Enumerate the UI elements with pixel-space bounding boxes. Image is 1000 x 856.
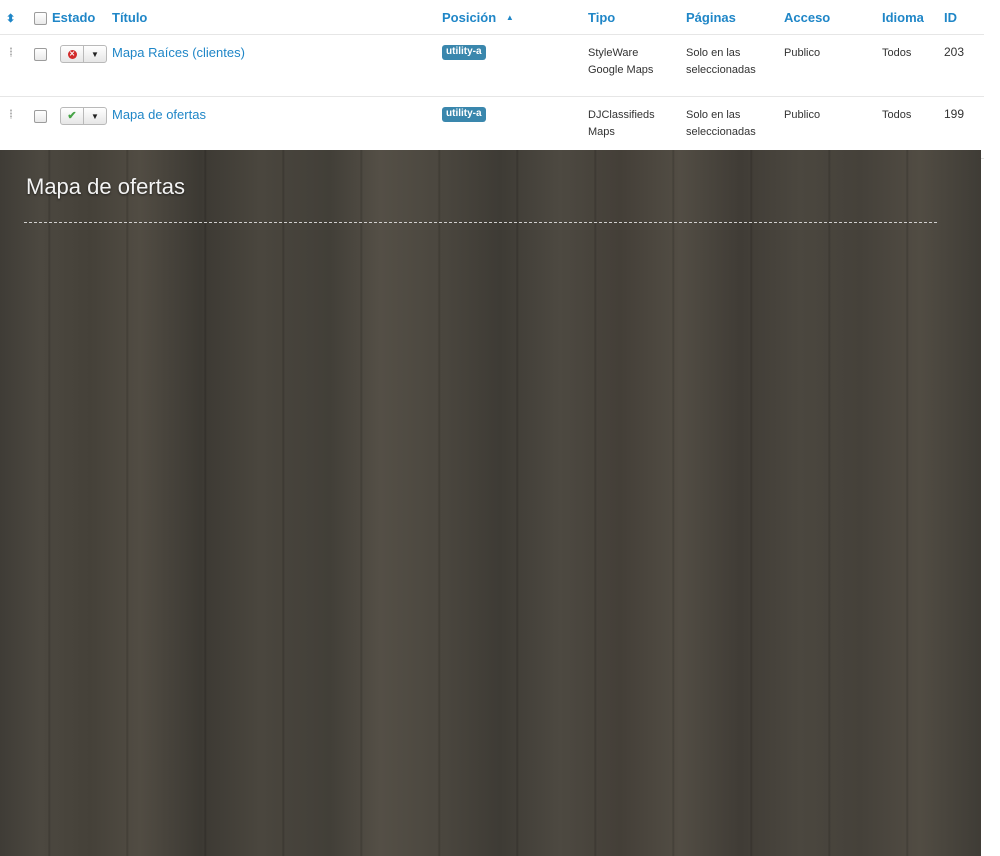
type-text-line1: StyleWare — [588, 47, 639, 59]
status-toggle-group: ✕ ▼ — [60, 45, 107, 63]
pages-text-line1: Solo en las — [686, 109, 741, 121]
acceso-column-header[interactable]: Acceso — [784, 0, 882, 35]
type-text-line2: Google Maps — [588, 64, 654, 76]
modules-table: ⬍ Estado Título Posición ▲ Tipo Páginas … — [0, 0, 984, 159]
module-title-link[interactable]: Mapa de ofertas — [112, 107, 206, 122]
pages-text-line2: seleccionadas — [686, 64, 756, 76]
x-circle-icon: ✕ — [67, 49, 77, 59]
idioma-column-header[interactable]: Idioma — [882, 0, 944, 35]
estado-column-header[interactable]: Estado — [52, 0, 112, 35]
type-cell: StyleWare Google Maps — [588, 34, 686, 97]
position-badge: utility-a — [442, 107, 486, 122]
chevron-down-icon[interactable]: ▼ — [84, 46, 106, 62]
drag-handle-icon[interactable] — [10, 47, 12, 57]
modules-table-container: ⬍ Estado Título Posición ▲ Tipo Páginas … — [0, 0, 1000, 159]
titulo-column-header[interactable]: Título — [112, 0, 442, 35]
estado-header-label[interactable]: Estado — [52, 10, 95, 25]
posicion-header-label[interactable]: Posición — [442, 10, 496, 25]
module-title-link[interactable]: Mapa Raíces (clientes) — [112, 45, 245, 60]
unpublish-status-button[interactable]: ✕ — [61, 46, 84, 62]
pages-cell: Solo en las seleccionadas — [686, 34, 784, 97]
titulo-header-label[interactable]: Título — [112, 10, 147, 25]
tipo-header-label[interactable]: Tipo — [588, 10, 615, 25]
status-cell: ✕ ▼ — [52, 34, 112, 97]
status-toggle-group: ✔ ▼ — [60, 107, 107, 125]
type-text-line2: Maps — [588, 126, 615, 138]
row-checkbox[interactable] — [34, 110, 47, 123]
id-text: 203 — [944, 45, 965, 59]
id-column-header[interactable]: ID — [944, 0, 984, 35]
position-cell: utility-a — [442, 34, 588, 97]
id-header-label[interactable]: ID — [944, 10, 957, 25]
access-text: Publico — [784, 47, 821, 59]
idioma-header-label[interactable]: Idioma — [882, 10, 924, 25]
language-cell: Todos — [882, 34, 944, 97]
title-cell: Mapa Raíces (clientes) — [112, 34, 442, 97]
tipo-column-header[interactable]: Tipo — [588, 0, 686, 35]
id-text: 199 — [944, 107, 965, 121]
row-checkbox[interactable] — [34, 48, 47, 61]
paginas-column-header[interactable]: Páginas — [686, 0, 784, 35]
pages-text-line1: Solo en las — [686, 47, 741, 59]
module-preview-panel: Mapa de ofertas — [0, 150, 981, 856]
table-row: ✕ ▼ Mapa Raíces (clientes) utility-a Sty… — [0, 34, 984, 97]
select-cell — [24, 34, 52, 97]
language-text: Todos — [882, 47, 912, 59]
check-icon: ✔ — [67, 110, 77, 122]
check-all-checkbox[interactable] — [34, 11, 47, 25]
preview-module-title: Mapa de ofertas — [26, 174, 185, 199]
access-cell: Publico — [784, 34, 882, 97]
sort-arrows-icon[interactable]: ⬍ — [6, 13, 15, 24]
position-badge: utility-a — [442, 45, 486, 60]
chevron-down-icon[interactable]: ▼ — [84, 108, 106, 124]
posicion-column-header[interactable]: Posición ▲ — [442, 0, 588, 35]
drag-handle-icon[interactable] — [10, 109, 12, 119]
language-text: Todos — [882, 109, 912, 121]
publish-status-button[interactable]: ✔ — [61, 108, 84, 124]
pages-text-line2: seleccionadas — [686, 126, 756, 138]
access-text: Publico — [784, 109, 821, 121]
check-all-header — [24, 0, 52, 35]
acceso-header-label[interactable]: Acceso — [784, 10, 830, 25]
type-text-line1: DJClassifieds — [588, 109, 655, 121]
ordering-column-header[interactable]: ⬍ — [0, 0, 24, 35]
id-cell: 203 — [944, 34, 984, 97]
sort-ascending-icon[interactable]: ▲ — [506, 13, 514, 22]
table-header-row: ⬍ Estado Título Posición ▲ Tipo Páginas … — [0, 0, 984, 35]
paginas-header-label[interactable]: Páginas — [686, 10, 736, 25]
preview-title-divider — [24, 222, 937, 223]
drag-cell — [0, 34, 24, 97]
